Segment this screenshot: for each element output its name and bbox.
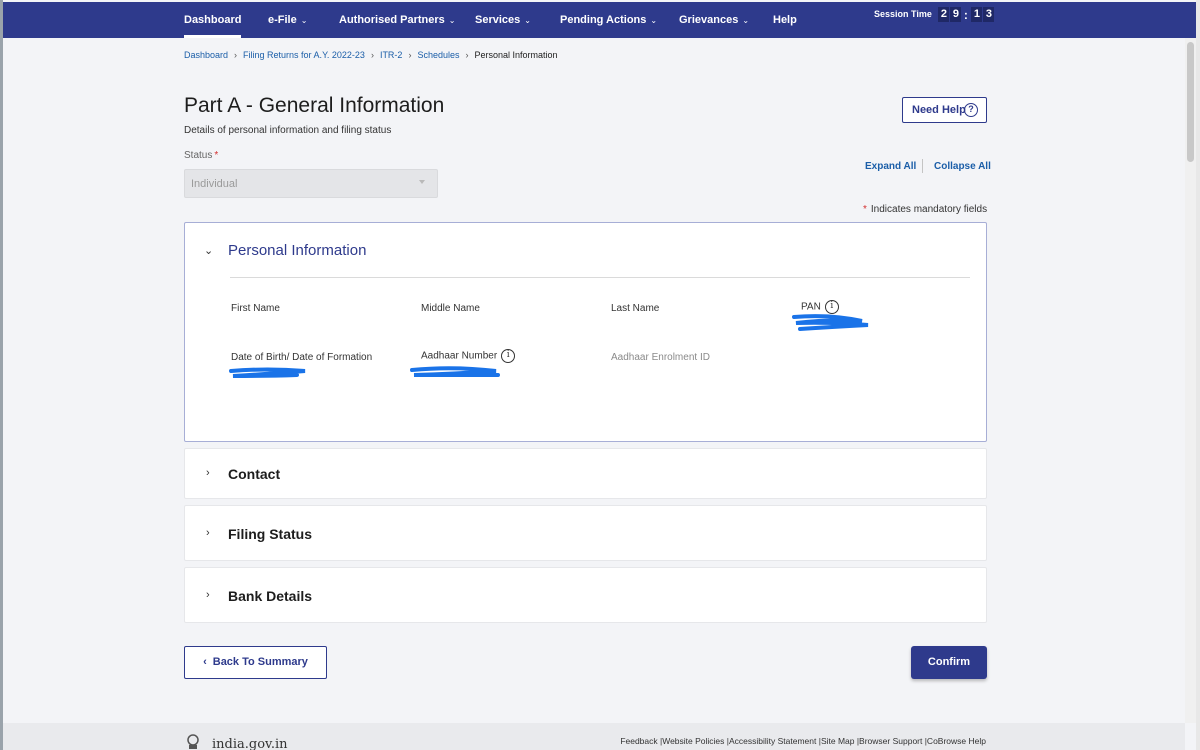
india-gov-link[interactable]: india.gov.in	[212, 737, 288, 750]
aadhaar-enrolment-label: Aadhaar Enrolment ID	[611, 352, 710, 363]
redaction-scribble	[229, 367, 306, 378]
page-subtitle: Details of personal information and fili…	[184, 125, 392, 136]
nav-services-label: Services	[475, 14, 521, 26]
aadhaar-label-text: Aadhaar Number	[421, 350, 498, 362]
nav-help[interactable]: Help	[773, 2, 797, 38]
browser-edge	[0, 0, 3, 750]
nav-dashboard-label: Dashboard	[184, 14, 242, 26]
contact-panel[interactable]: › Contact	[184, 448, 987, 499]
filing-status-title: Filing Status	[228, 526, 312, 542]
nav-help-label: Help	[773, 14, 797, 26]
divider	[922, 159, 923, 173]
pan-label-text: PAN	[801, 301, 821, 313]
chevron-down-icon[interactable]: ⌄	[204, 244, 213, 257]
nav-authorised-partners[interactable]: Authorised Partners ⌄	[339, 2, 455, 38]
footer-links[interactable]: Feedback |Website Policies |Accessibilit…	[620, 736, 986, 746]
dob-label: Date of Birth/ Date of Formation	[231, 352, 373, 363]
chevron-right-icon: ›	[234, 50, 238, 60]
filing-status-panel[interactable]: › Filing Status	[184, 505, 987, 561]
info-icon[interactable]: i	[824, 300, 839, 314]
nav-pending-actions-label: Pending Actions	[560, 14, 647, 26]
aadhaar-label: Aadhaar Number i	[421, 349, 516, 363]
browser-edge-right	[1196, 0, 1200, 750]
required-mark: *	[863, 204, 867, 215]
status-select-value: Individual	[191, 178, 238, 190]
expand-all-link[interactable]: Expand All	[865, 161, 916, 172]
nav-services[interactable]: Services ⌄	[475, 2, 531, 38]
session-digit: 1	[971, 7, 983, 23]
chevron-down-icon: ⌄	[650, 16, 658, 25]
breadcrumb: Dashboard › Filing Returns for A.Y. 2022-2…	[184, 50, 558, 60]
need-help-button[interactable]: Need Help ?	[902, 97, 987, 123]
first-name-label: First Name	[231, 303, 280, 314]
back-to-summary-label: Back To Summary	[212, 656, 308, 668]
breadcrumb-schedules[interactable]: Schedules	[417, 50, 459, 60]
chevron-left-icon: ‹	[203, 656, 207, 668]
chevron-down-icon: ⌄	[448, 16, 456, 25]
redaction-scribble	[410, 366, 500, 377]
session-digit: 2	[938, 7, 950, 23]
session-label: Session Time	[874, 9, 932, 19]
chevron-right-icon: ›	[370, 50, 374, 60]
chevron-right-icon: ›	[206, 467, 210, 479]
nav-grievances-label: Grievances	[679, 14, 739, 26]
breadcrumb-itr2[interactable]: ITR-2	[380, 50, 403, 60]
chevron-right-icon: ›	[465, 50, 469, 60]
mandatory-note-text: Indicates mandatory fields	[870, 204, 988, 215]
redaction-scribble	[792, 314, 869, 331]
footer: india.gov.in Feedback |Website Policies …	[3, 723, 1185, 750]
chevron-right-icon: ›	[206, 527, 210, 539]
pan-label: PAN i	[801, 300, 839, 314]
session-timer: Session Time 29:13	[874, 5, 995, 23]
breadcrumb-current: Personal Information	[474, 50, 558, 60]
nav-authorised-partners-label: Authorised Partners	[339, 14, 445, 26]
breadcrumb-filing-returns[interactable]: Filing Returns for A.Y. 2022-23	[243, 50, 365, 60]
status-label: Status *	[184, 150, 218, 161]
chevron-down-icon: ⌄	[742, 16, 750, 25]
collapse-all-link[interactable]: Collapse All	[934, 161, 991, 172]
question-icon: ?	[964, 103, 978, 117]
personal-info-title[interactable]: Personal Information	[228, 242, 366, 259]
status-select: Individual	[184, 169, 438, 198]
contact-title: Contact	[228, 466, 281, 482]
session-colon: :	[963, 7, 968, 22]
personal-info-panel: ⌄ Personal Information First Name Middle…	[184, 222, 987, 442]
session-digit: 9	[950, 7, 962, 23]
chevron-right-icon: ›	[408, 50, 412, 60]
nav-grievances[interactable]: Grievances ⌄	[679, 2, 749, 38]
top-navbar: Dashboard e-File ⌄ Authorised Partners ⌄ S…	[3, 2, 1196, 38]
bank-details-panel[interactable]: › Bank Details	[184, 567, 987, 623]
page-title: Part A - General Information	[184, 94, 445, 117]
page-scrollbar[interactable]	[1185, 38, 1196, 723]
back-to-summary-button[interactable]: ‹ Back To Summary	[184, 646, 327, 679]
required-mark: *	[214, 150, 219, 161]
status-label-text: Status	[184, 150, 213, 161]
nav-efile[interactable]: e-File ⌄	[268, 2, 307, 38]
session-digit: 3	[983, 7, 995, 23]
scrollbar-thumb[interactable]	[1187, 42, 1194, 162]
chevron-down-icon: ⌄	[300, 16, 308, 25]
breadcrumb-dashboard[interactable]: Dashboard	[184, 50, 228, 60]
chevron-right-icon: ›	[206, 589, 210, 601]
bank-details-title: Bank Details	[228, 588, 313, 604]
nav-efile-label: e-File	[268, 14, 297, 26]
confirm-button[interactable]: Confirm	[911, 646, 987, 679]
nav-pending-actions[interactable]: Pending Actions ⌄	[560, 2, 657, 38]
emblem-icon	[187, 734, 199, 749]
nav-dashboard[interactable]: Dashboard	[184, 2, 242, 38]
nav-active-indicator	[184, 35, 242, 38]
need-help-label: Need Help	[912, 104, 966, 116]
mandatory-note: * Indicates mandatory fields	[861, 204, 987, 215]
chevron-down-icon: ⌄	[524, 16, 531, 25]
last-name-label: Last Name	[611, 303, 660, 314]
caret-down-icon	[419, 180, 425, 184]
info-icon[interactable]: i	[501, 349, 516, 363]
section-divider	[230, 277, 970, 278]
middle-name-label: Middle Name	[421, 303, 480, 314]
